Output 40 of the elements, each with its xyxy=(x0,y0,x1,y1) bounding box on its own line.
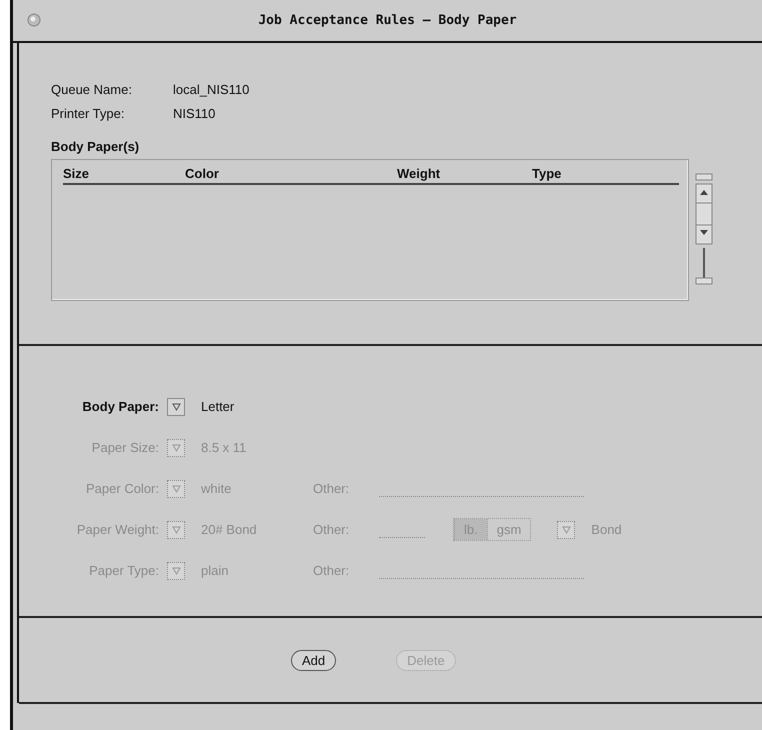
info-value: NIS110 xyxy=(173,106,216,120)
menu-button[interactable] xyxy=(167,438,185,456)
action-button[interactable]: Add xyxy=(291,650,336,670)
triangle-down-icon xyxy=(172,526,180,534)
window-menu-icon[interactable] xyxy=(27,13,41,27)
triangle-down-icon xyxy=(172,566,180,574)
triangle-down-icon xyxy=(172,444,180,452)
field-label: Other: xyxy=(313,563,350,578)
field-value: 8.5 x 11 xyxy=(201,440,248,455)
info-label: Queue Name: xyxy=(51,82,133,96)
field-value: Bond xyxy=(591,522,623,537)
column-header: Size xyxy=(63,166,90,181)
field-value: Letter xyxy=(201,399,236,414)
field-value: 20# Bond xyxy=(201,522,258,537)
list-title: Body Paper(s) xyxy=(51,139,140,154)
column-header: Type xyxy=(532,166,562,181)
field-label: Paper Weight: xyxy=(76,522,160,537)
menu-button[interactable] xyxy=(167,398,185,416)
field-value: white xyxy=(201,481,232,496)
column-header: Weight xyxy=(397,166,442,181)
scrollbar[interactable] xyxy=(695,173,713,285)
field-label: Other: xyxy=(313,481,350,496)
menu-button[interactable] xyxy=(167,562,185,580)
field-label: Paper Type: xyxy=(88,563,160,578)
info-label: Printer Type: xyxy=(51,106,126,120)
menu-button[interactable] xyxy=(167,480,185,498)
field-label: Other: xyxy=(313,522,350,537)
paper-list[interactable]: Size Color Weight Type xyxy=(51,159,689,301)
field-label: Paper Color: xyxy=(85,481,160,496)
menu-button[interactable] xyxy=(557,520,576,538)
column-header: Color xyxy=(185,166,220,181)
triangle-down-icon xyxy=(172,402,180,410)
triangle-down-icon xyxy=(172,484,180,492)
triangle-down-icon xyxy=(562,526,571,534)
field-label: Body Paper: xyxy=(81,399,160,414)
info-value: local_NIS110 xyxy=(173,82,250,96)
field-label: Paper Size: xyxy=(90,440,160,455)
field-value: plain xyxy=(201,563,230,578)
window-title: Job Acceptance Rules – Body Paper xyxy=(258,13,517,28)
menu-button[interactable] xyxy=(167,520,185,538)
